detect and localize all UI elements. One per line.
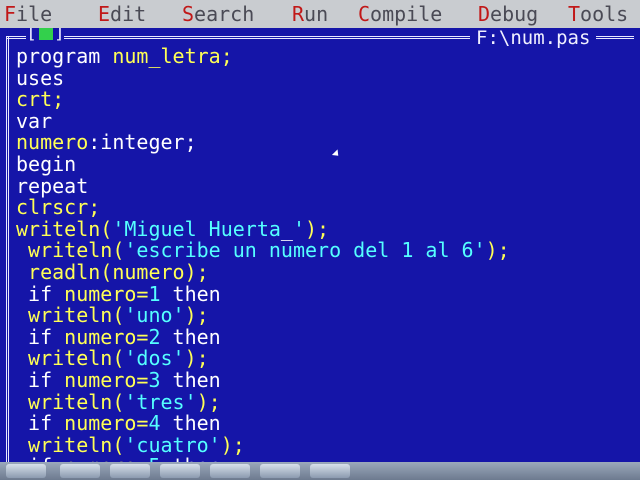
editor-window[interactable]: [ ] F:\num.pas program num_letra; uses crt… [0, 28, 640, 462]
code-token: num_letra; [112, 44, 233, 68]
taskbar-app-button[interactable] [260, 464, 300, 478]
code-token: if [16, 367, 65, 392]
code-line[interactable]: writeln('dos'); [16, 348, 636, 370]
code-token: if [16, 454, 64, 462]
code-token: ); [184, 303, 209, 328]
menu-run[interactable]: Run [292, 0, 328, 28]
menu-file[interactable]: File [4, 0, 52, 28]
code-token: numero= [64, 281, 149, 306]
code-token: 'escribe un numero del 1 al 6' [124, 238, 486, 263]
code-token: writeln( [16, 238, 125, 263]
code-token: ' [292, 216, 305, 241]
code-token: 2 [148, 324, 161, 349]
taskbar [0, 462, 640, 480]
code-token: writeln( [16, 216, 113, 241]
code-line[interactable]: program num_letra; [16, 46, 636, 68]
code-token: writeln( [16, 346, 125, 371]
code-token: repeat [16, 173, 89, 198]
code-line[interactable]: repeat [16, 173, 636, 198]
menu-compile[interactable]: Compile [358, 0, 442, 28]
taskbar-app-button[interactable] [60, 464, 100, 478]
code-line[interactable]: writeln('Miguel Huerta_'); [16, 216, 636, 241]
code-token: 'uno' [124, 303, 185, 328]
code-line[interactable]: readln(numero); [16, 259, 636, 284]
window-frame-left [6, 36, 9, 462]
code-token: 1 [148, 281, 161, 306]
code-token: writeln( [16, 303, 125, 328]
code-token: 4 [148, 411, 161, 436]
close-button[interactable]: [ ] [26, 28, 65, 44]
code-token: if [16, 324, 65, 349]
close-icon [39, 28, 53, 40]
code-line[interactable]: clrscr; [16, 197, 636, 219]
taskbar-app-button[interactable] [310, 464, 350, 478]
code-line[interactable]: if numero=3 then [16, 367, 636, 392]
code-token: ); [485, 238, 510, 263]
code-token: clrscr; [16, 195, 101, 220]
taskbar-app-button[interactable] [110, 464, 150, 478]
taskbar-app-button[interactable] [210, 464, 250, 478]
code-token: crt; [16, 87, 65, 112]
code-line[interactable]: crt; [16, 89, 636, 111]
code-token: :integer; [88, 130, 197, 155]
code-token: if [16, 281, 65, 306]
code-token: numero= [64, 411, 149, 436]
menu-debug[interactable]: Debug [478, 0, 538, 28]
code-line[interactable]: if numero=1 then [16, 281, 636, 306]
code-token: 5 [148, 454, 160, 462]
code-line[interactable]: writeln('cuatro'); [16, 432, 636, 457]
code-editor[interactable]: program num_letra; uses crt; var numero:inte… [16, 46, 636, 463]
code-token: begin [16, 151, 77, 176]
code-token: 3 [148, 367, 161, 392]
code-token: 'Miguel Huerta [112, 216, 281, 241]
code-line[interactable]: writeln('escribe un numero del 1 al 6'); [16, 240, 636, 262]
menu-bar: File Edit Search Run Compile Debug Tools [0, 0, 640, 28]
code-token: var [16, 108, 53, 133]
code-token: readln(numero); [16, 259, 209, 284]
menu-search[interactable]: Search [182, 0, 254, 28]
code-line[interactable]: numero:integer; [16, 132, 636, 154]
code-token: uses [16, 65, 65, 90]
code-token: then [161, 454, 221, 462]
menu-edit[interactable]: Edit [98, 0, 146, 28]
code-line[interactable]: begin [16, 151, 636, 176]
code-token: numero= [64, 367, 149, 392]
code-token: program [16, 44, 113, 68]
taskbar-app-button[interactable] [160, 464, 200, 478]
code-token: ); [196, 389, 221, 414]
code-line[interactable]: if numero=2 then [16, 324, 636, 349]
text-cursor: _ [280, 216, 293, 241]
menu-tools[interactable]: Tools [568, 0, 628, 28]
code-token: then [160, 324, 221, 349]
code-token: then [160, 367, 221, 392]
code-token: numero [16, 130, 89, 155]
code-token: then [160, 411, 221, 436]
code-token: writeln( [16, 389, 125, 414]
code-line[interactable]: uses [16, 65, 636, 90]
code-token: 'dos' [124, 346, 185, 371]
code-token: ); [305, 216, 330, 241]
code-line[interactable]: writeln('uno'); [16, 305, 636, 327]
code-token: numero= [64, 324, 149, 349]
code-token: 'tres' [124, 389, 197, 414]
code-token: 'cuatro' [124, 432, 221, 457]
taskbar-start-button[interactable] [6, 464, 46, 478]
code-line[interactable]: if numero=4 then [16, 413, 636, 435]
code-line[interactable]: writeln('tres'); [16, 389, 636, 414]
code-token: then [160, 281, 221, 306]
code-token: ); [220, 432, 245, 457]
code-token: numero= [64, 454, 148, 462]
code-line[interactable]: var [16, 108, 636, 133]
code-token: ); [184, 346, 209, 371]
code-token: if [16, 411, 65, 436]
code-token: writeln( [16, 432, 125, 457]
